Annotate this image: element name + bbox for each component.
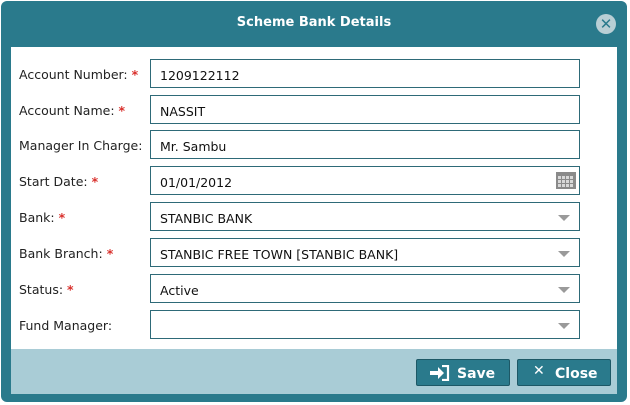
status-selected-value: Active <box>160 283 199 298</box>
bank-label: Bank: * <box>19 210 66 225</box>
account-name-input[interactable]: NASSIT <box>150 95 580 124</box>
bank-branch-select[interactable]: STANBIC FREE TOWN [STANBIC BANK] <box>150 238 580 267</box>
scheme-bank-details-dialog: Scheme Bank Details ✕ Account Number: * 1… <box>1 1 627 402</box>
row-manager-in-charge: Manager In Charge: Mr. Sambu <box>11 130 617 160</box>
manager-in-charge-label: Manager In Charge: <box>19 138 143 153</box>
dialog-body: Account Number: * 1209122112 Account Name… <box>11 47 617 349</box>
chevron-down-icon[interactable] <box>558 251 570 257</box>
row-account-name: Account Name: * NASSIT <box>11 95 617 125</box>
start-date-label: Start Date: * <box>19 174 99 189</box>
required-marker: * <box>58 210 66 225</box>
row-fund-manager: Fund Manager: <box>11 310 617 340</box>
dialog-titlebar: Scheme Bank Details ✕ <box>1 1 627 47</box>
chevron-down-icon[interactable] <box>558 287 570 293</box>
required-marker: * <box>67 282 74 297</box>
fund-manager-label: Fund Manager: <box>19 318 113 333</box>
required-marker: * <box>91 174 99 189</box>
required-marker: * <box>131 67 139 82</box>
bank-branch-selected-value: STANBIC FREE TOWN [STANBIC BANK] <box>160 247 399 262</box>
account-number-label: Account Number: * <box>19 67 139 82</box>
calendar-icon[interactable] <box>556 172 576 189</box>
dialog-close-icon[interactable]: ✕ <box>596 14 616 34</box>
fund-manager-select[interactable] <box>150 310 580 339</box>
chevron-down-icon[interactable] <box>558 215 570 221</box>
status-label: Status: * <box>19 282 74 297</box>
bank-select[interactable]: STANBIC BANK <box>150 202 580 231</box>
bank-branch-label: Bank Branch: * <box>19 246 114 261</box>
save-button[interactable]: Save <box>416 359 510 386</box>
row-bank-branch: Bank Branch: * STANBIC FREE TOWN [STANBIC… <box>11 238 617 268</box>
manager-in-charge-input[interactable]: Mr. Sambu <box>150 130 580 159</box>
required-marker: * <box>118 103 126 118</box>
sign-in-icon <box>430 365 450 381</box>
close-button[interactable]: ✕ Close <box>517 359 611 386</box>
start-date-input[interactable]: 01/01/2012 <box>150 166 580 195</box>
required-marker: * <box>106 246 114 261</box>
status-select[interactable]: Active <box>150 274 580 303</box>
close-button-label: Close <box>555 366 598 382</box>
close-icon: ✕ <box>533 363 545 379</box>
row-account-number: Account Number: * 1209122112 <box>11 59 617 89</box>
dialog-footer: Save ✕ Close <box>11 349 617 394</box>
chevron-down-icon[interactable] <box>558 323 570 329</box>
dialog-title: Scheme Bank Details <box>236 15 392 30</box>
save-button-label: Save <box>457 366 496 382</box>
row-bank: Bank: * STANBIC BANK <box>11 202 617 232</box>
row-start-date: Start Date: * 01/01/2012 <box>11 166 617 196</box>
start-date-value: 01/01/2012 <box>160 175 233 190</box>
row-status: Status: * Active <box>11 274 617 304</box>
account-name-label: Account Name: * <box>19 103 126 118</box>
account-number-input[interactable]: 1209122112 <box>150 59 580 88</box>
bank-selected-value: STANBIC BANK <box>160 211 253 226</box>
